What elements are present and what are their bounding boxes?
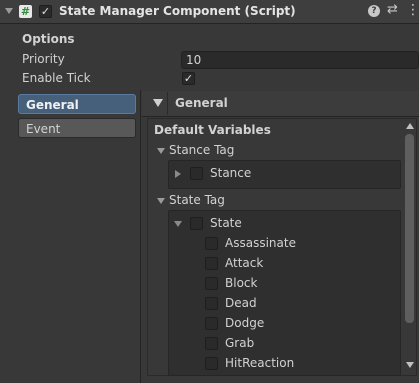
panel-header-divider (167, 92, 168, 115)
panel-collapse-icon[interactable] (153, 99, 163, 107)
state-child-label: Block (225, 276, 258, 290)
preset-icon[interactable]: ⇄ (387, 2, 398, 17)
component-title: State Manager Component (Script) (59, 4, 296, 18)
stance-tag-foldout-icon[interactable] (157, 148, 165, 154)
component-enabled-checkbox[interactable]: ✓ (39, 5, 52, 18)
tab-general[interactable]: General (18, 94, 136, 114)
hash-script-icon: # (19, 5, 32, 18)
state-child-label: Assassinate (225, 236, 296, 250)
tab-event-label: Event (26, 122, 61, 136)
priority-input[interactable]: 10 (181, 51, 419, 69)
state-label: State (210, 216, 242, 230)
state-child-checkbox[interactable] (205, 337, 218, 350)
state-child-checkbox[interactable] (205, 357, 218, 370)
options-section-label: Options (22, 32, 75, 46)
enable-tick-checkbox[interactable]: ✓ (182, 72, 195, 85)
foldout-arrow-icon[interactable] (5, 8, 13, 14)
kebab-menu-icon[interactable]: ⋮ (406, 2, 419, 18)
state-child-checkbox[interactable] (205, 237, 218, 250)
state-collapse-icon[interactable] (174, 221, 182, 227)
scrollbar-thumb[interactable] (405, 134, 414, 323)
state-child-label: Grab (225, 336, 255, 350)
tab-event[interactable]: Event (18, 118, 136, 138)
state-child-label: Dead (225, 296, 257, 310)
state-child-label: Dodge (225, 316, 265, 330)
priority-label: Priority (22, 52, 65, 66)
stance-expand-icon[interactable] (175, 170, 181, 178)
state-child-checkbox[interactable] (205, 257, 218, 270)
state-tag-foldout-icon[interactable] (157, 198, 165, 204)
stance-label: Stance (210, 166, 252, 180)
default-variables-label: Default Variables (154, 123, 271, 137)
stance-tag-label: Stance Tag (169, 143, 235, 157)
priority-value: 10 (186, 53, 202, 67)
state-tag-label: State Tag (169, 193, 225, 207)
tab-general-label: General (26, 98, 79, 112)
help-icon[interactable]: ? (368, 5, 380, 17)
state-child-label: Attack (225, 256, 264, 270)
enable-tick-label: Enable Tick (22, 71, 91, 85)
state-child-checkbox[interactable] (205, 317, 218, 330)
panel-divider (140, 90, 141, 383)
panel-title: General (175, 96, 228, 110)
state-child-checkbox[interactable] (205, 277, 218, 290)
state-checkbox[interactable] (190, 217, 203, 230)
state-tag-box (168, 210, 401, 376)
scroll-down-icon[interactable] (406, 362, 414, 368)
scroll-up-icon[interactable] (406, 123, 414, 129)
state-child-checkbox[interactable] (205, 297, 218, 310)
stance-checkbox[interactable] (190, 167, 203, 180)
state-child-label: HitReaction (225, 356, 295, 370)
